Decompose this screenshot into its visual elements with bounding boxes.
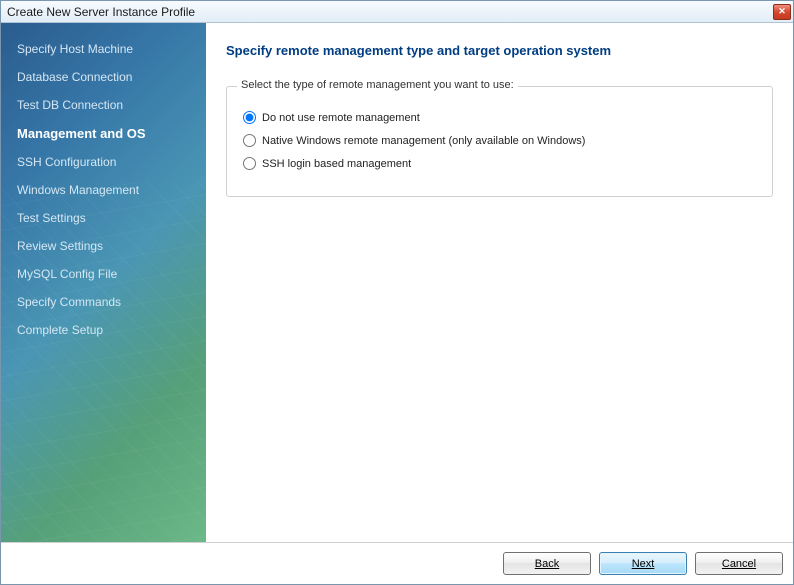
titlebar: Create New Server Instance Profile ✕	[1, 1, 793, 23]
next-button[interactable]: Next	[599, 552, 687, 575]
sidebar-item-management-and-os[interactable]: Management and OS	[1, 119, 206, 148]
sidebar-item-database-connection[interactable]: Database Connection	[1, 63, 206, 91]
sidebar-item-mysql-config-file[interactable]: MySQL Config File	[1, 260, 206, 288]
sidebar-item-ssh-configuration[interactable]: SSH Configuration	[1, 148, 206, 176]
sidebar-item-test-settings[interactable]: Test Settings	[1, 204, 206, 232]
close-icon: ✕	[778, 6, 786, 17]
main-panel: Specify remote management type and targe…	[206, 23, 793, 542]
sidebar-item-specify-host-machine[interactable]: Specify Host Machine	[1, 35, 206, 63]
sidebar-item-complete-setup[interactable]: Complete Setup	[1, 316, 206, 344]
sidebar-item-review-settings[interactable]: Review Settings	[1, 232, 206, 260]
radio-native-windows[interactable]	[243, 134, 256, 147]
wizard-footer: Back Next Cancel	[1, 542, 793, 584]
cancel-button[interactable]: Cancel	[695, 552, 783, 575]
page-heading: Specify remote management type and targe…	[226, 43, 773, 58]
sidebar-item-windows-management[interactable]: Windows Management	[1, 176, 206, 204]
remote-management-fieldset: Select the type of remote management you…	[226, 86, 773, 197]
close-button[interactable]: ✕	[773, 4, 791, 20]
sidebar-item-test-db-connection[interactable]: Test DB Connection	[1, 91, 206, 119]
radio-ssh[interactable]	[243, 157, 256, 170]
radio-no-remote[interactable]	[243, 111, 256, 124]
wizard-sidebar: Specify Host Machine Database Connection…	[1, 23, 206, 542]
content-container: Specify Host Machine Database Connection…	[1, 23, 793, 542]
radio-label-native-windows[interactable]: Native Windows remote management (only a…	[262, 135, 585, 147]
radio-row-ssh[interactable]: SSH login based management	[243, 155, 756, 172]
radio-row-no-remote[interactable]: Do not use remote management	[243, 109, 756, 126]
sidebar-item-specify-commands[interactable]: Specify Commands	[1, 288, 206, 316]
radio-label-no-remote[interactable]: Do not use remote management	[262, 112, 420, 124]
fieldset-legend: Select the type of remote management you…	[237, 79, 518, 91]
radio-label-ssh[interactable]: SSH login based management	[262, 158, 411, 170]
radio-row-native-windows[interactable]: Native Windows remote management (only a…	[243, 132, 756, 149]
window-title: Create New Server Instance Profile	[7, 5, 195, 19]
back-button[interactable]: Back	[503, 552, 591, 575]
